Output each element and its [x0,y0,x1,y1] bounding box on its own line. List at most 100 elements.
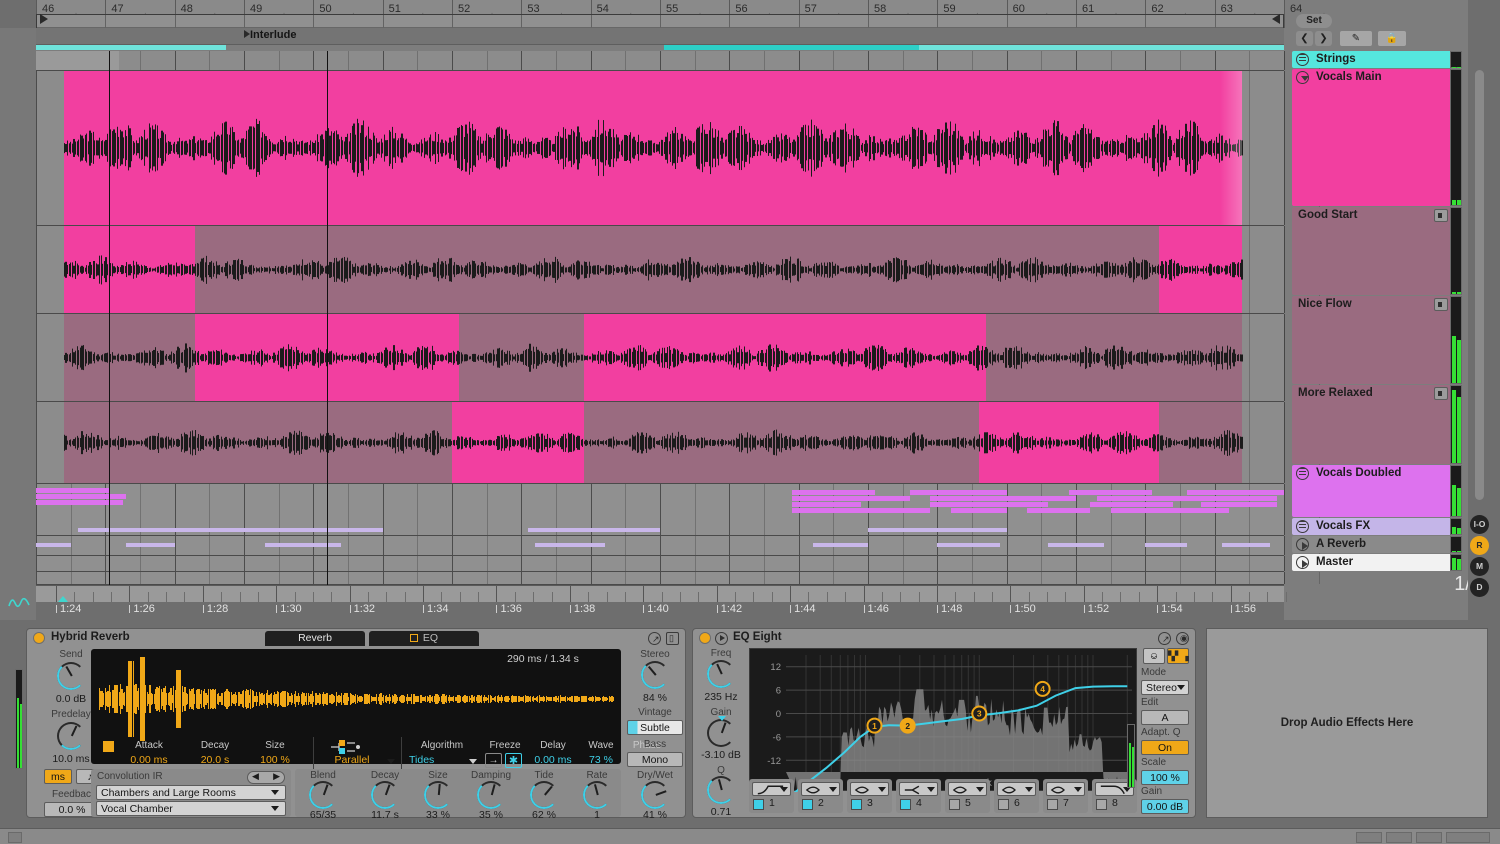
sidebar-item-vocals-fx[interactable]: Vocals FX [1292,518,1452,535]
midi-note[interactable] [528,528,660,532]
bell-icon[interactable] [1046,782,1085,796]
ir-envelope-toggle-icon[interactable] [103,741,114,752]
speaker-icon[interactable] [1434,209,1448,222]
eq-scale-value[interactable]: 100 % [1141,770,1189,785]
eq-band-2[interactable]: 2 [798,779,843,813]
sidebar-item-vocals-doubled[interactable]: Vocals Doubled [1292,465,1452,517]
midi-note[interactable] [791,496,910,501]
power-circle-icon[interactable] [33,632,45,644]
track-lane[interactable] [36,536,1320,556]
predelay-knob[interactable] [57,722,85,750]
track-lane[interactable] [36,402,1320,484]
knob-decay[interactable] [371,781,399,809]
tab-reverb[interactable]: Reverb [265,631,365,646]
bell-icon[interactable] [997,782,1036,796]
midi-note[interactable] [791,490,875,495]
midi-note[interactable] [791,508,931,513]
midi-note[interactable] [264,543,342,547]
status-box-1[interactable] [8,832,22,843]
nav-forward-button[interactable]: ❯ [1315,31,1332,46]
returns-toggle-button[interactable]: R [1470,536,1489,555]
chevron-right-icon[interactable]: ▶ [273,771,280,782]
knob-rate[interactable] [583,781,611,809]
midi-note[interactable] [937,543,1000,547]
eq-band-enable-3[interactable] [851,799,862,810]
midi-note[interactable] [930,496,1076,501]
predelay-ms-button[interactable]: ms [44,769,72,784]
midi-note[interactable] [791,502,862,507]
track-lane[interactable] [36,314,1320,402]
track-lane[interactable] [36,71,1320,226]
status-box-5[interactable] [1446,832,1490,843]
time-ruler[interactable]: 1:24 1:26 1:28 1:30 1:32 1:34 1:36 1:38 1:40 1:42… [36,585,1287,620]
headphone-icon[interactable]: ⎉ [1143,648,1165,664]
midi-note[interactable] [909,490,1007,495]
routing-caret-icon[interactable] [387,759,395,764]
list-icon[interactable] [1296,53,1309,66]
status-box-4[interactable] [1416,832,1442,843]
play-icon[interactable] [1296,538,1309,551]
sidebar-item-strings[interactable]: Strings [1292,51,1452,68]
clip[interactable] [36,51,120,70]
drop-audio-effects-zone[interactable]: Drop Audio Effects Here [1206,628,1488,818]
drywet-knob[interactable] [641,781,669,809]
list-icon[interactable] [1296,520,1309,533]
draw-mode-button[interactable]: ✎ [1340,31,1372,46]
midi-note[interactable] [812,543,868,547]
eq-adaptq-toggle[interactable]: On [1141,740,1189,755]
loop-start-handle[interactable] [58,596,68,602]
eq-gain-knob[interactable] [707,719,735,747]
overview-strip-right[interactable] [919,45,1284,50]
set-button[interactable]: Set [1296,14,1332,28]
clip[interactable] [63,226,1243,313]
midi-note[interactable] [1027,508,1090,513]
clip[interactable] [63,314,1243,401]
eq-band-3[interactable]: 3 [847,779,892,813]
eq-band-enable-4[interactable] [900,799,911,810]
eq-band-enable-2[interactable] [802,799,813,810]
midi-note[interactable] [1110,508,1229,513]
midi-note[interactable] [868,528,1007,532]
algorithm-value[interactable]: Tides [403,754,455,766]
bell-icon[interactable] [850,782,889,796]
eq-band-6[interactable]: 6 [994,779,1039,813]
midi-note[interactable] [36,494,127,499]
eq-response-graph[interactable]: 1260-6-121001k10k1234 [749,648,1137,814]
knob-tide[interactable] [530,781,558,809]
midi-note[interactable] [1069,490,1153,495]
speaker-icon[interactable] [1434,298,1448,311]
midi-note[interactable] [951,508,1007,513]
track-lane[interactable] [36,484,1320,536]
eq-eight-device[interactable]: EQ Eight ↗ ◉ Freq 235 Hz Gain -3.10 dB Q… [692,628,1196,818]
analyzer-icon[interactable]: ▚▘▗ [1167,648,1189,664]
ir-size-value[interactable]: 100 % [247,754,303,766]
device-map-button[interactable]: ↗ [1158,632,1171,645]
chevron-left-icon[interactable]: ◀ [252,771,259,782]
low-shelf-icon[interactable] [899,782,938,796]
status-box-2[interactable] [1356,832,1382,843]
send-knob[interactable] [57,662,85,690]
bell-icon[interactable] [948,782,987,796]
midi-note[interactable] [1186,490,1284,495]
tab-eq[interactable]: EQ [369,631,479,646]
blend-knob[interactable] [309,781,337,809]
midi-note[interactable] [126,543,175,547]
bass-select[interactable]: Mono [627,752,683,767]
knob-size[interactable] [424,781,452,809]
midi-note[interactable] [36,488,109,493]
play-icon[interactable] [715,632,728,645]
algorithm-caret-icon[interactable] [469,759,477,764]
sidebar-item-master[interactable]: Master [1292,554,1452,571]
eq-band-1[interactable]: 1 [749,779,794,813]
sidebar-item-good-start[interactable]: Good Start [1292,207,1452,295]
status-box-3[interactable] [1386,832,1412,843]
attack-value[interactable]: 0.00 ms [117,754,181,766]
ir-category-select[interactable]: Chambers and Large Rooms [96,785,286,800]
overview-strip-mid[interactable] [664,45,919,50]
eq-band-enable-5[interactable] [949,799,960,810]
overview-strip-left[interactable] [36,45,226,50]
marker-lane[interactable]: Interlude [36,28,1284,45]
ir-preset-select[interactable]: Vocal Chamber [96,801,286,816]
high-pass-icon[interactable] [752,782,791,796]
sidebar-item-vocals-main[interactable]: Vocals Main [1292,69,1452,206]
